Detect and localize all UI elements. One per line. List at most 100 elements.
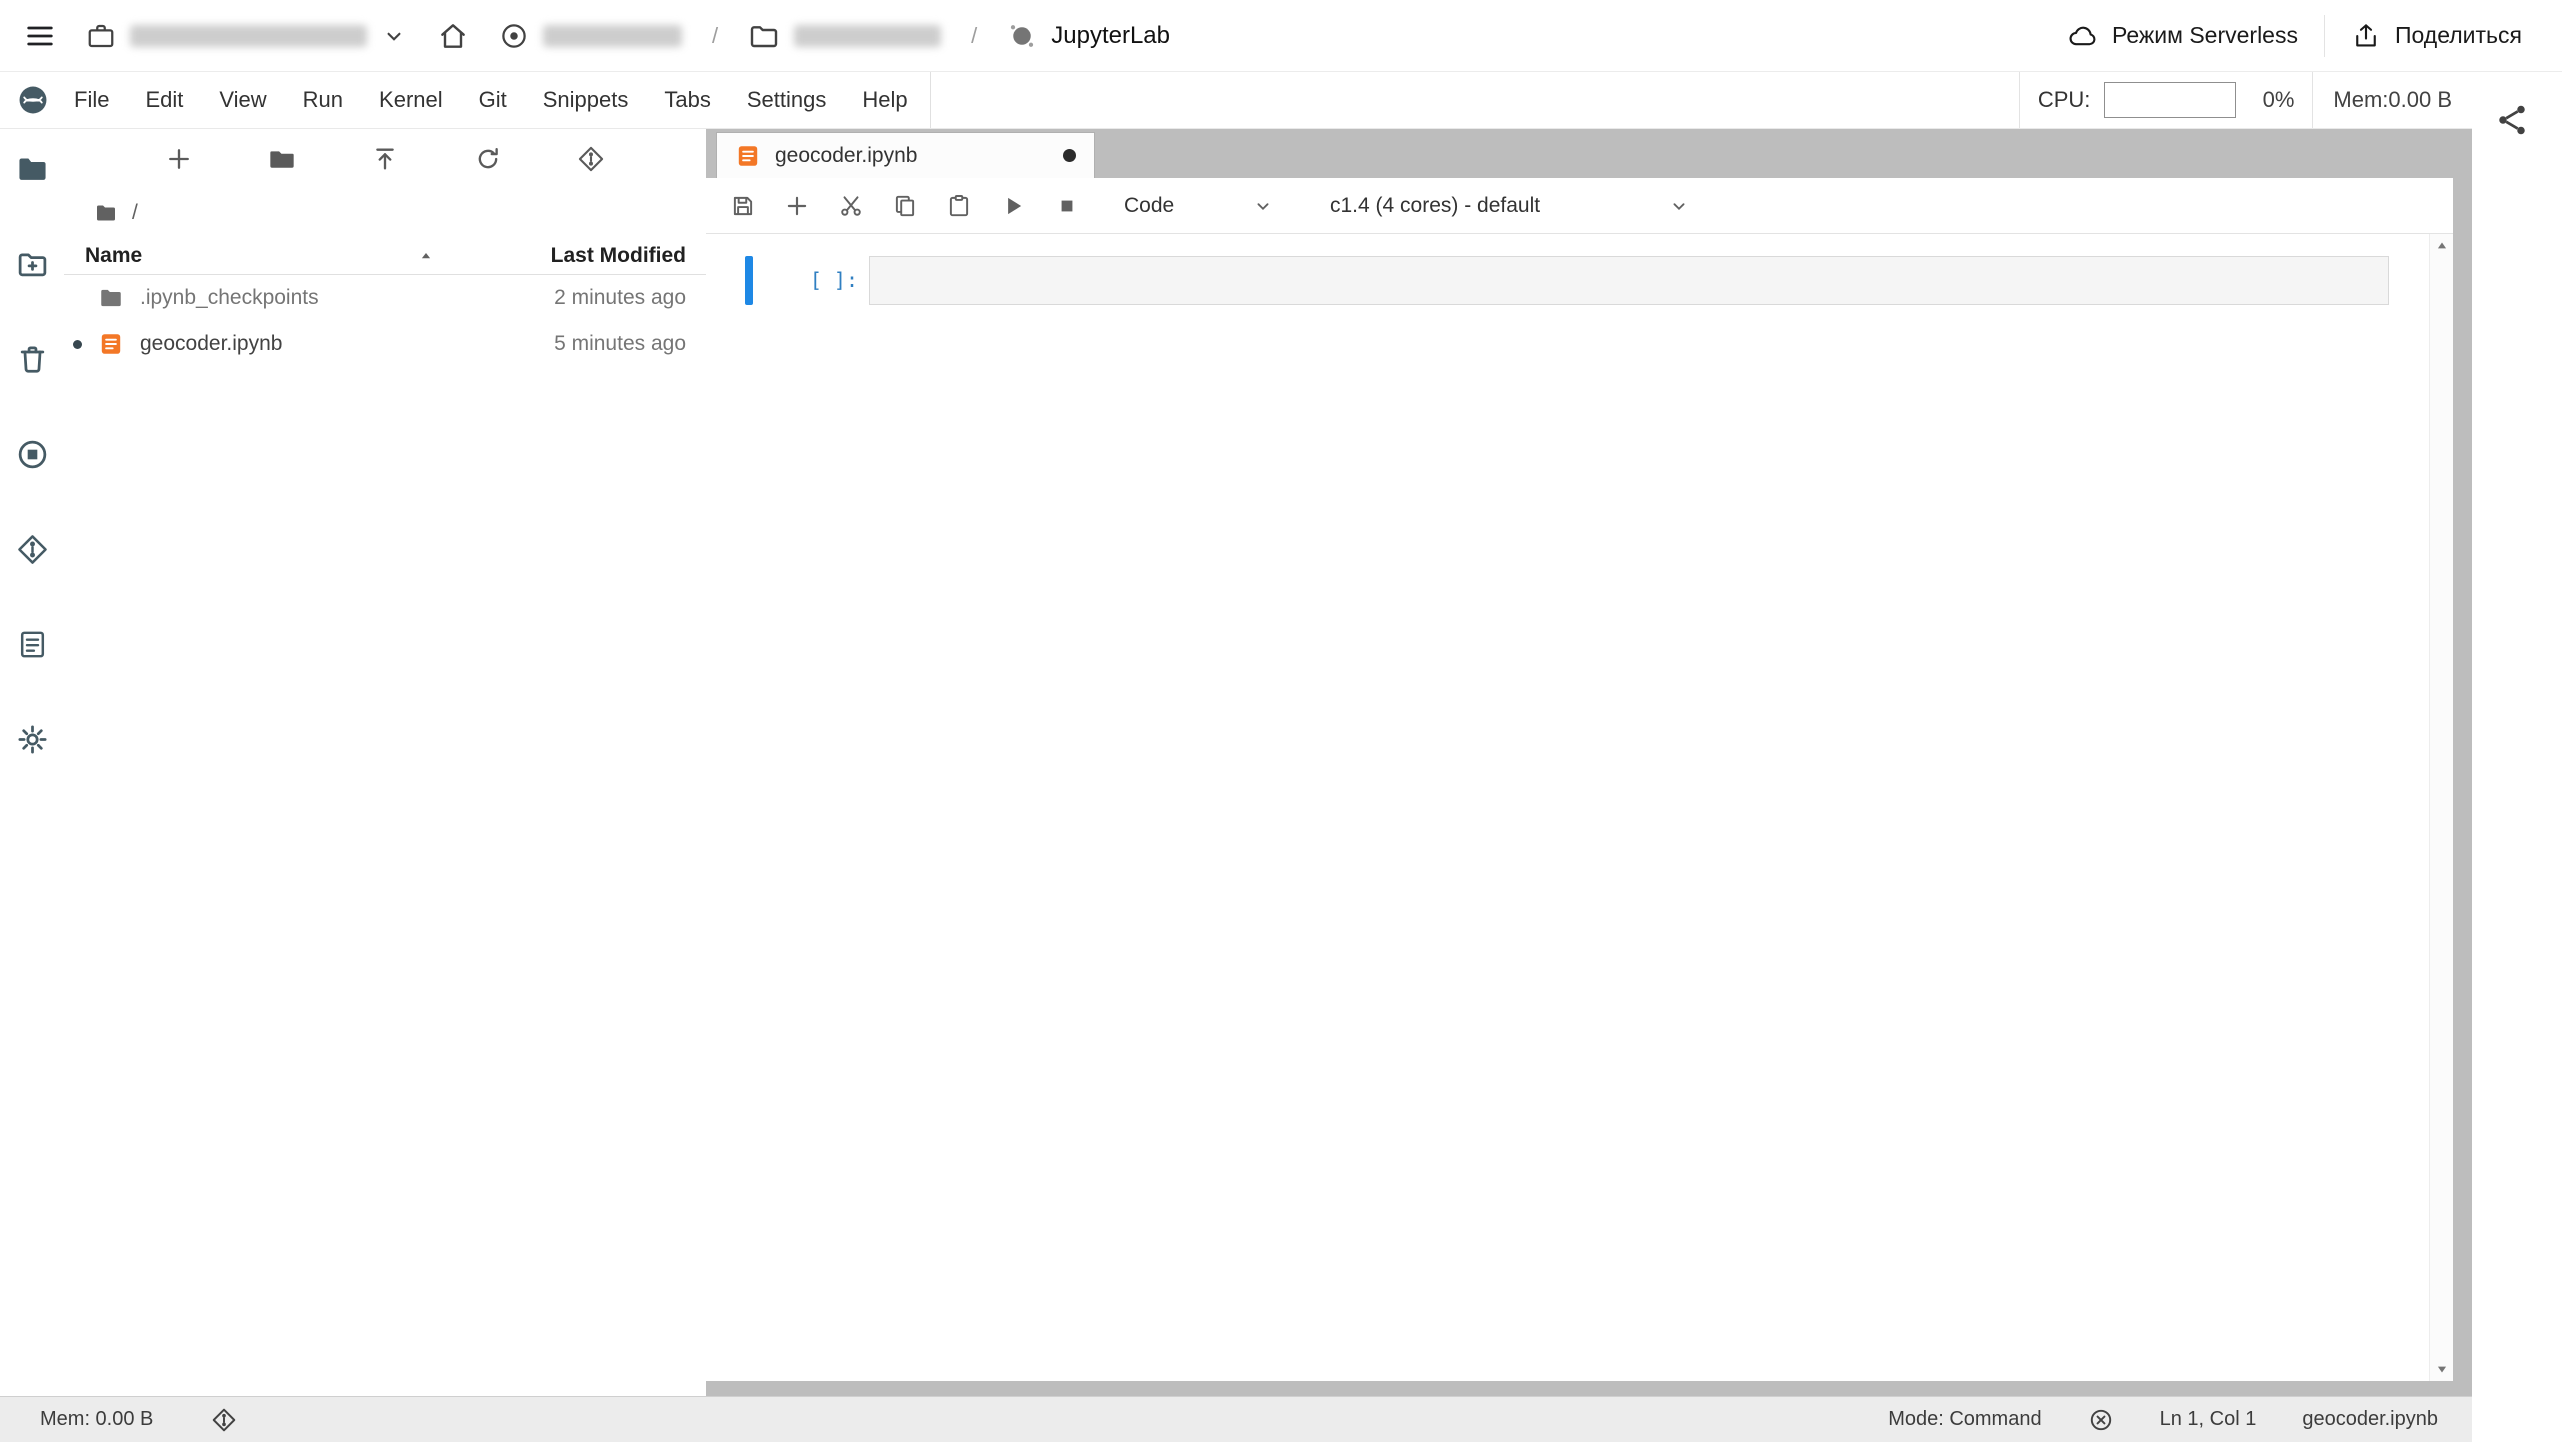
menu-settings[interactable]: Settings xyxy=(729,72,845,128)
file-modified: 5 minutes ago xyxy=(554,332,686,356)
breadcrumb[interactable]: / xyxy=(64,189,706,237)
hamburger-menu-icon[interactable] xyxy=(24,20,56,52)
notebook-mode-status[interactable]: Mode: Command xyxy=(1888,1408,2041,1431)
insert-cell-plus-icon[interactable] xyxy=(784,193,810,219)
code-cell[interactable]: [ ]: xyxy=(745,256,2453,305)
notebook-scrollbar[interactable] xyxy=(2429,234,2453,1381)
trash-icon[interactable] xyxy=(16,343,49,376)
cpu-usage-bar xyxy=(2104,82,2236,118)
settings-gear-icon[interactable] xyxy=(16,723,49,756)
menu-snippets[interactable]: Snippets xyxy=(525,72,647,128)
file-browser-toolbar xyxy=(64,129,706,189)
cloud-icon xyxy=(2068,21,2098,51)
menubar-separator xyxy=(930,72,931,128)
status-right: Mode: Command Ln 1, Col 1 geocoder.ipynb xyxy=(1888,1407,2438,1433)
git-icon[interactable] xyxy=(16,533,49,566)
breadcrumb-jupyterlab: JupyterLab xyxy=(1007,21,1170,51)
tab-bar: geocoder.ipynb xyxy=(706,129,2453,178)
new-launcher-plus-icon[interactable] xyxy=(165,145,193,173)
datasphere-logo-icon xyxy=(499,21,529,51)
workspace-selector[interactable] xyxy=(86,21,407,51)
topbar: / / JupyterLab Режим Serverless П xyxy=(0,0,2562,72)
resource-usage: CPU: 0% Mem:0.00 B xyxy=(2019,72,2472,128)
file-browser-icon[interactable] xyxy=(16,153,49,186)
left-activity-bar xyxy=(0,129,64,1396)
breadcrumb-project[interactable] xyxy=(748,20,941,52)
file-browser-panel: / Name Last Modified .ipynb_checkp xyxy=(64,129,706,1396)
cpu-usage: CPU: 0% xyxy=(2019,72,2313,128)
breadcrumb-community[interactable] xyxy=(499,21,682,51)
stop-circle-icon[interactable] xyxy=(16,438,49,471)
menu-tabs[interactable]: Tabs xyxy=(646,72,728,128)
cursor-position-status[interactable]: Ln 1, Col 1 xyxy=(2160,1408,2257,1431)
sort-by-name-header[interactable]: Name xyxy=(85,244,435,268)
git-icon[interactable] xyxy=(577,145,605,173)
upload-icon[interactable] xyxy=(371,145,399,173)
menu-view[interactable]: View xyxy=(201,72,284,128)
share-arrow-icon xyxy=(2351,21,2381,51)
notebook-tool-buttons xyxy=(730,193,1080,219)
redacted-community-name xyxy=(543,25,682,47)
topbar-left: / / JupyterLab xyxy=(24,20,2068,52)
chevron-down-icon xyxy=(381,23,407,49)
memory-usage-status: Mem: 0.00 B xyxy=(40,1408,153,1431)
chevron-down-icon xyxy=(1668,195,1690,217)
status-left: Mem: 0.00 B xyxy=(40,1407,237,1433)
kernel-selector[interactable]: c1.4 (4 cores) - default xyxy=(1330,194,1690,218)
redacted-workspace-name xyxy=(130,25,367,47)
right-gutter xyxy=(2472,72,2562,1442)
menu-kernel[interactable]: Kernel xyxy=(361,72,461,128)
folder-icon xyxy=(98,285,124,311)
active-file-status: geocoder.ipynb xyxy=(2302,1408,2438,1431)
tab-geocoder-notebook[interactable]: geocoder.ipynb xyxy=(716,132,1095,178)
cpu-label: CPU: xyxy=(2038,87,2091,113)
cut-icon[interactable] xyxy=(838,193,864,219)
scroll-up-icon[interactable] xyxy=(2435,239,2449,253)
share-label: Поделиться xyxy=(2395,22,2522,49)
unsaved-changes-dot[interactable] xyxy=(1063,149,1076,162)
stop-icon[interactable] xyxy=(1054,193,1080,219)
save-icon[interactable] xyxy=(730,193,756,219)
copy-icon[interactable] xyxy=(892,193,918,219)
cell-code-editor[interactable] xyxy=(869,256,2389,305)
kernel-name: c1.4 (4 cores) - default xyxy=(1330,194,1540,218)
menu-run[interactable]: Run xyxy=(285,72,361,128)
folder-icon xyxy=(94,201,118,225)
home-icon[interactable] xyxy=(437,20,469,52)
topbar-divider xyxy=(2324,15,2325,57)
jupyter-logo-icon xyxy=(1007,21,1037,51)
redacted-project-name xyxy=(794,25,941,47)
list-item[interactable]: .ipynb_checkpoints 2 minutes ago xyxy=(64,275,706,321)
file-list-header: Name Last Modified xyxy=(64,237,706,275)
menu-edit[interactable]: Edit xyxy=(127,72,201,128)
menu-file[interactable]: File xyxy=(56,72,127,128)
folder-icon xyxy=(748,20,780,52)
serverless-mode-button[interactable]: Режим Serverless xyxy=(2068,21,2298,51)
checkpoints-list-icon[interactable] xyxy=(16,628,49,661)
notebook-file-icon xyxy=(98,331,124,357)
list-item[interactable]: geocoder.ipynb 5 minutes ago xyxy=(64,321,706,367)
new-folder-icon[interactable] xyxy=(16,248,49,281)
breadcrumb-separator: / xyxy=(712,23,718,49)
kernel-status-icon[interactable] xyxy=(2088,1407,2114,1433)
menu-git[interactable]: Git xyxy=(461,72,525,128)
cell-type-dropdown[interactable]: Code xyxy=(1124,194,1274,218)
paste-icon[interactable] xyxy=(946,193,972,219)
share-button[interactable]: Поделиться xyxy=(2351,21,2522,51)
refresh-icon[interactable] xyxy=(474,145,502,173)
file-name: geocoder.ipynb xyxy=(140,332,554,356)
run-icon[interactable] xyxy=(1000,193,1026,219)
topbar-right: Режим Serverless Поделиться xyxy=(2068,15,2522,57)
mem-value: Mem:0.00 B xyxy=(2333,87,2452,113)
running-indicator-dot xyxy=(73,340,82,349)
menu-help[interactable]: Help xyxy=(844,72,925,128)
scroll-down-icon[interactable] xyxy=(2435,1362,2449,1376)
sort-by-modified-header[interactable]: Last Modified xyxy=(551,244,686,268)
breadcrumb-separator: / xyxy=(971,23,977,49)
new-folder-icon[interactable] xyxy=(268,145,296,173)
git-icon[interactable] xyxy=(211,1407,237,1433)
share-nodes-icon[interactable] xyxy=(2494,102,2530,138)
chevron-down-icon xyxy=(1252,195,1274,217)
mem-usage: Mem:0.00 B xyxy=(2312,72,2472,128)
menubar: File Edit View Run Kernel Git Snippets T… xyxy=(0,72,2472,129)
